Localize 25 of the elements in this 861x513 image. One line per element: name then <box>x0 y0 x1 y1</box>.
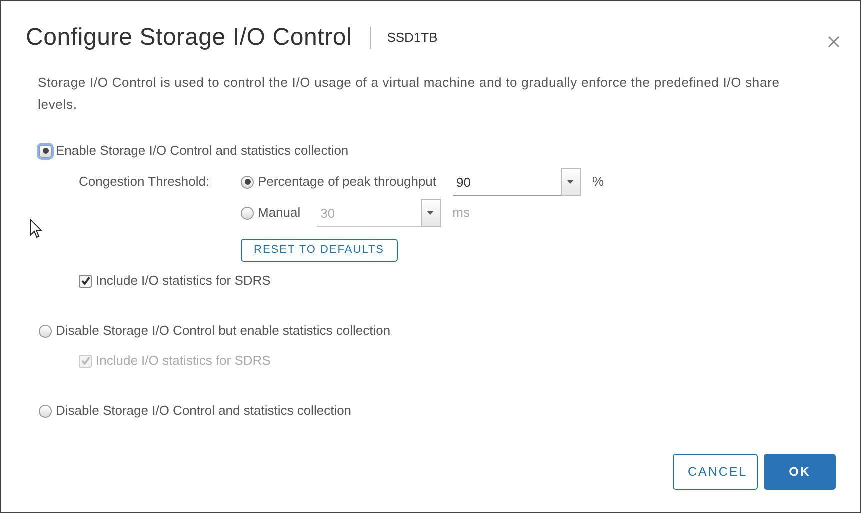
radio-button[interactable] <box>39 144 52 158</box>
radio-button[interactable] <box>39 324 52 338</box>
option-label: Disable Storage I/O Control and statistics collection <box>56 402 352 420</box>
option-label: Enable Storage I/O Control and statistics collection <box>56 142 349 160</box>
close-icon[interactable] <box>828 36 840 48</box>
description-text: Storage I/O Control is used to control the I/O usage of a virtual machine and to gradually enforce the predefined I/O share levels. <box>38 74 781 114</box>
ok-button[interactable]: OK <box>764 454 836 490</box>
option-label: Manual <box>258 204 301 222</box>
checkbox[interactable] <box>79 274 92 288</box>
option-label: Percentage of peak throughput <box>258 173 437 192</box>
unit-label: ms <box>452 204 470 222</box>
field-label: Congestion Threshold: <box>79 173 211 191</box>
caret-icon <box>567 180 574 184</box>
datastore-name: SSD1TB <box>370 27 438 49</box>
caret-icon <box>427 211 434 215</box>
cancel-button[interactable]: CANCEL <box>673 454 758 490</box>
option-label: Disable Storage I/O Control but enable statistics collection <box>56 322 391 340</box>
radio-button[interactable] <box>39 404 52 418</box>
unit-label: % <box>592 173 604 192</box>
checkbox-label: Include I/O statistics for SDRS <box>96 272 271 290</box>
radio-button[interactable] <box>241 176 254 188</box>
cursor-icon <box>30 218 43 239</box>
reset-button[interactable]: RESET TO DEFAULTS <box>241 239 398 262</box>
dialog-title: Configure Storage I/O Control <box>26 23 352 53</box>
checkbox-label: Include I/O statistics for SDRS <box>96 352 271 370</box>
